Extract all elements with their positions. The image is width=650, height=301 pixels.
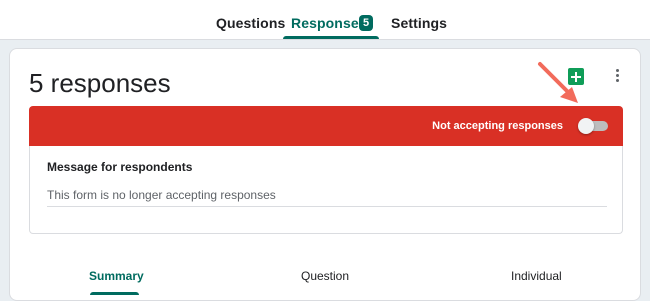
message-input[interactable]: This form is no longer accepting respons…: [47, 188, 276, 202]
annotation-arrow-icon: [538, 62, 578, 103]
responses-card: 5 responses Not accepting responses Mess…: [9, 48, 641, 301]
subtab-question[interactable]: Question: [301, 269, 349, 283]
accepting-responses-bar: Not accepting responses: [29, 106, 623, 146]
top-tab-bar: Questions Responses 5 Settings: [0, 0, 650, 40]
accepting-responses-toggle[interactable]: [578, 118, 608, 134]
subtab-individual[interactable]: Individual: [511, 269, 562, 283]
subtab-summary[interactable]: Summary: [89, 269, 144, 283]
accepting-responses-status: Not accepting responses: [432, 120, 563, 132]
responses-count-badge: 5: [359, 15, 373, 31]
active-tab-indicator: [283, 36, 379, 39]
tab-settings[interactable]: Settings: [391, 15, 447, 31]
active-subtab-indicator: [90, 292, 139, 295]
tab-questions[interactable]: Questions: [216, 15, 285, 31]
message-input-underline: [47, 206, 607, 207]
message-label: Message for respondents: [47, 160, 193, 174]
toggle-knob[interactable]: [578, 118, 594, 134]
message-panel: Message for respondents This form is no …: [29, 146, 623, 234]
tab-responses[interactable]: Responses: [291, 15, 367, 31]
more-vert-icon[interactable]: [612, 69, 622, 85]
responses-count-title: 5 responses: [29, 68, 171, 98]
